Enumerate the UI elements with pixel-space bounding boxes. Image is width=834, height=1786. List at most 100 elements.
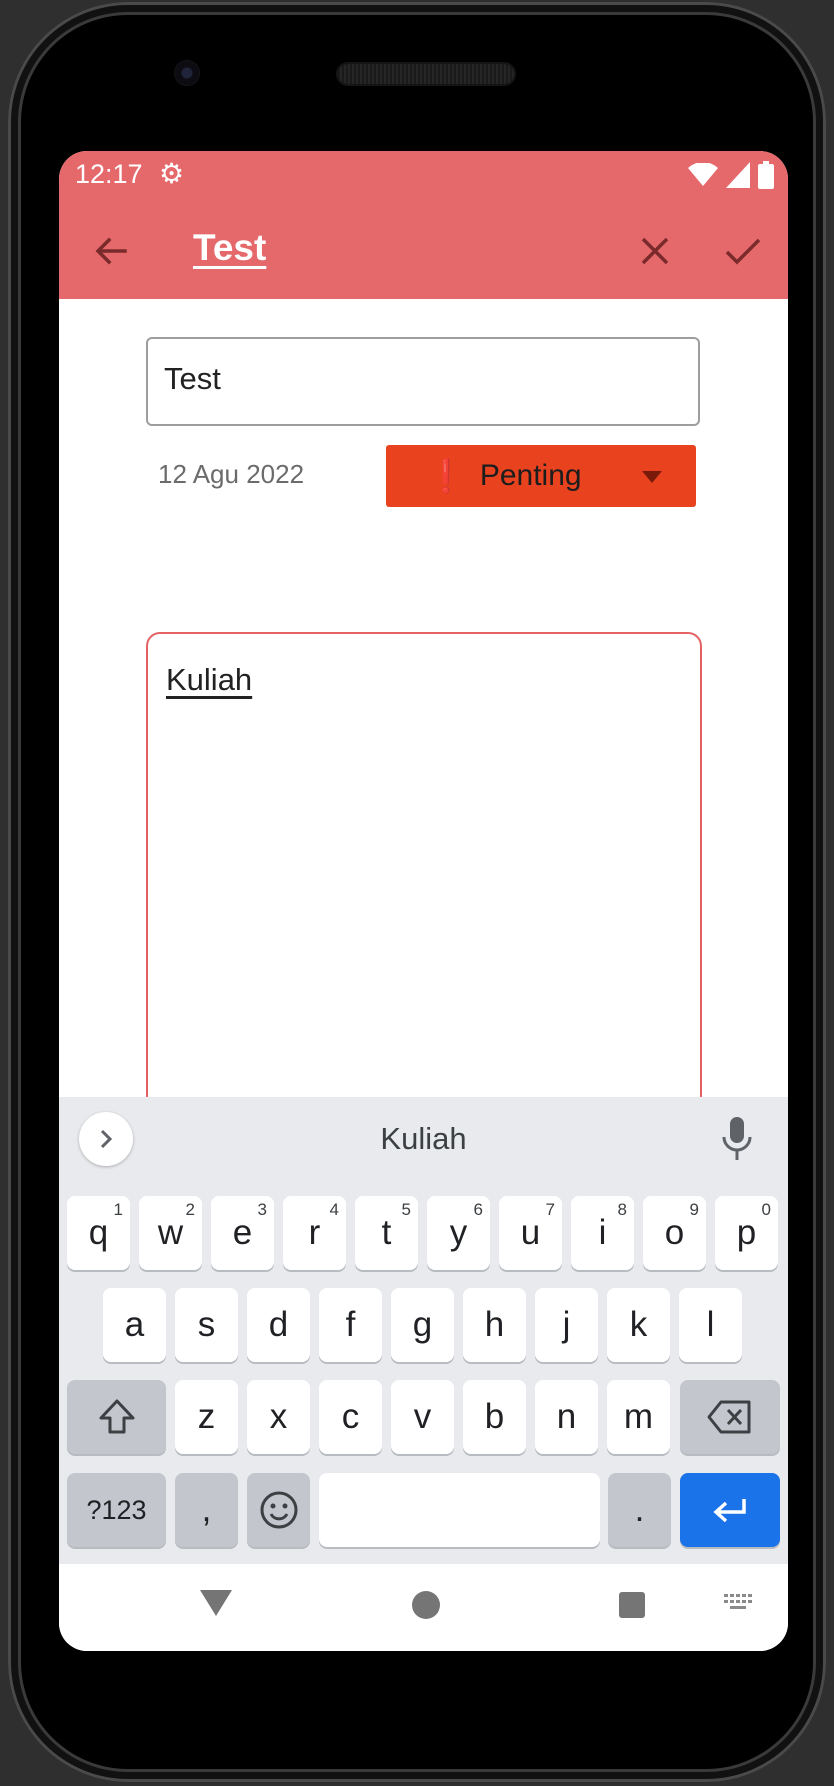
microphone-icon[interactable] xyxy=(719,1115,755,1163)
key-a[interactable]: a xyxy=(103,1288,166,1362)
shift-icon xyxy=(99,1399,134,1434)
description-input[interactable]: Kuliah xyxy=(146,632,702,1110)
key-hint: 9 xyxy=(689,1200,699,1219)
key-label: z xyxy=(197,1397,216,1436)
phone-frame: 12:17 ⚙ Test Test 12 Agu 2022 ❗ Penting … xyxy=(8,2,826,1782)
check-icon[interactable] xyxy=(721,229,765,273)
date-label[interactable]: 12 Agu 2022 xyxy=(158,459,304,490)
key-e[interactable]: e3 xyxy=(211,1196,274,1270)
navigation-bar xyxy=(59,1564,788,1651)
title-input[interactable]: Test xyxy=(146,337,700,426)
key-label: v xyxy=(413,1397,432,1436)
emoji-key[interactable] xyxy=(247,1473,310,1547)
key-l[interactable]: l xyxy=(679,1288,742,1362)
status-bar: 12:17 ⚙ xyxy=(59,151,788,201)
key-label: d xyxy=(268,1305,289,1344)
signal-icon xyxy=(726,162,750,188)
key-i[interactable]: i8 xyxy=(571,1196,634,1270)
key-s[interactable]: s xyxy=(175,1288,238,1362)
space-key[interactable] xyxy=(319,1473,600,1547)
emoji-icon xyxy=(260,1491,297,1529)
nav-back-icon[interactable] xyxy=(200,1590,232,1616)
key-y[interactable]: y6 xyxy=(427,1196,490,1270)
key-j[interactable]: j xyxy=(535,1288,598,1362)
backspace-icon xyxy=(707,1400,751,1434)
key-label: r xyxy=(308,1213,321,1252)
key-label: b xyxy=(484,1397,505,1436)
key-label: i xyxy=(598,1213,607,1252)
key-t[interactable]: t5 xyxy=(355,1196,418,1270)
status-time: 12:17 xyxy=(75,159,143,189)
earpiece-speaker xyxy=(338,64,514,84)
key-hint: 4 xyxy=(329,1200,339,1219)
settings-icon: ⚙ xyxy=(159,158,185,189)
nav-home-icon[interactable] xyxy=(412,1591,440,1619)
key-hint: 0 xyxy=(761,1200,771,1219)
key-label: e xyxy=(232,1213,253,1252)
key-k[interactable]: k xyxy=(607,1288,670,1362)
key-label: o xyxy=(664,1213,685,1252)
symbols-key[interactable]: ?123 xyxy=(67,1473,166,1547)
key-hint: 3 xyxy=(257,1200,267,1219)
shift-key[interactable] xyxy=(67,1380,166,1454)
backspace-key[interactable] xyxy=(680,1380,780,1454)
front-camera xyxy=(174,60,200,86)
key-c[interactable]: c xyxy=(319,1380,382,1454)
key-label: a xyxy=(124,1305,145,1344)
key-label: n xyxy=(556,1397,577,1436)
key-hint: 2 xyxy=(185,1200,195,1219)
key-p[interactable]: p0 xyxy=(715,1196,778,1270)
device-screen: 12:17 ⚙ Test Test 12 Agu 2022 ❗ Penting … xyxy=(59,151,788,1651)
page-title: Test xyxy=(193,227,267,268)
key-label: y xyxy=(449,1213,468,1252)
key-q[interactable]: q1 xyxy=(67,1196,130,1270)
enter-key[interactable] xyxy=(680,1473,780,1547)
battery-icon xyxy=(758,161,774,189)
key-label: x xyxy=(269,1397,288,1436)
key-label: p xyxy=(736,1213,757,1252)
key-n[interactable]: n xyxy=(535,1380,598,1454)
key-label: k xyxy=(629,1305,648,1344)
keyboard-switch-icon[interactable] xyxy=(724,1594,754,1612)
key-x[interactable]: x xyxy=(247,1380,310,1454)
key-label: w xyxy=(157,1213,184,1252)
priority-label: Penting xyxy=(479,459,582,492)
key-label: m xyxy=(623,1397,654,1436)
priority-dropdown[interactable]: ❗ Penting xyxy=(386,445,696,507)
key-h[interactable]: h xyxy=(463,1288,526,1362)
key-hint: 5 xyxy=(401,1200,411,1219)
key-label: s xyxy=(197,1305,216,1344)
soft-keyboard: Kuliah q1w2e3r4t5y6u7i8o9p0asdfghjklzxcv… xyxy=(59,1097,788,1564)
comma-key[interactable]: , xyxy=(175,1473,238,1547)
suggestion-word[interactable]: Kuliah xyxy=(59,1121,788,1157)
key-v[interactable]: v xyxy=(391,1380,454,1454)
dropdown-arrow-icon xyxy=(642,471,662,483)
key-b[interactable]: b xyxy=(463,1380,526,1454)
key-hint: 8 xyxy=(617,1200,627,1219)
key-m[interactable]: m xyxy=(607,1380,670,1454)
nav-recents-icon[interactable] xyxy=(619,1592,645,1618)
key-hint: 7 xyxy=(545,1200,555,1219)
key-label: c xyxy=(341,1397,360,1436)
key-f[interactable]: f xyxy=(319,1288,382,1362)
key-hint: 1 xyxy=(113,1200,123,1219)
close-icon[interactable] xyxy=(633,229,677,273)
key-g[interactable]: g xyxy=(391,1288,454,1362)
exclamation-icon: ❗ xyxy=(426,458,466,494)
symbols-label: ?123 xyxy=(86,1494,147,1525)
enter-icon xyxy=(713,1499,746,1523)
period-key[interactable]: . xyxy=(608,1473,671,1547)
key-label: h xyxy=(484,1305,505,1344)
arrow-back-icon[interactable] xyxy=(89,229,133,273)
wifi-icon xyxy=(688,163,718,186)
key-o[interactable]: o9 xyxy=(643,1196,706,1270)
key-label: t xyxy=(381,1213,392,1252)
key-r[interactable]: r4 xyxy=(283,1196,346,1270)
description-text: Kuliah xyxy=(166,662,253,697)
key-z[interactable]: z xyxy=(175,1380,238,1454)
key-u[interactable]: u7 xyxy=(499,1196,562,1270)
key-label: j xyxy=(562,1305,571,1344)
key-hint: 6 xyxy=(473,1200,483,1219)
key-w[interactable]: w2 xyxy=(139,1196,202,1270)
key-d[interactable]: d xyxy=(247,1288,310,1362)
